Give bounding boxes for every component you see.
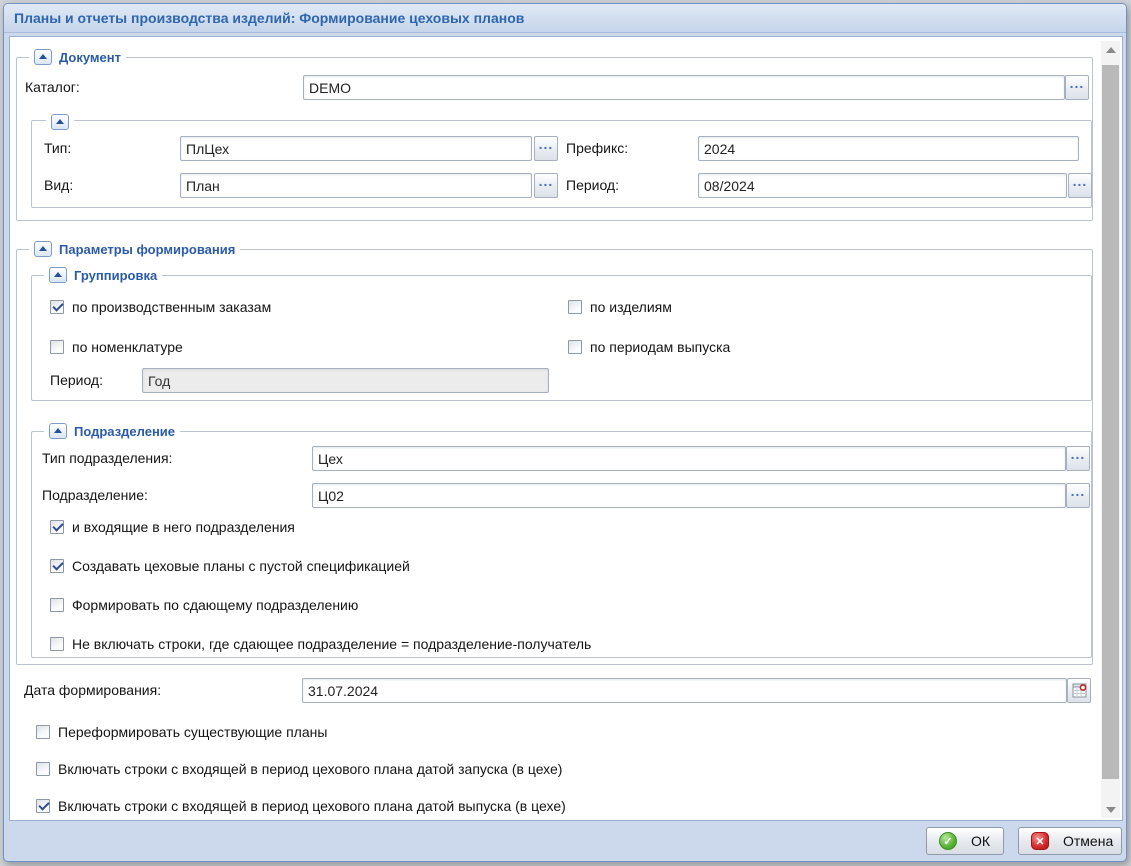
grouping-groupbox: Группировка по производственным заказам … <box>31 275 1092 401</box>
grouping-period-label: Период: <box>50 368 103 393</box>
checkbox-label-reform-existing-plans: Переформировать существующие планы <box>58 722 327 742</box>
checkbox-reform-existing-plans[interactable] <box>36 725 50 739</box>
grouping-legend: Группировка <box>44 265 162 285</box>
document-subgroup-legend <box>46 112 74 132</box>
division-type-browse-button[interactable] <box>1066 446 1090 471</box>
document-subgroupbox: Тип: Префикс: Вид: Период: <box>31 120 1092 208</box>
formation-date-input[interactable] <box>302 678 1067 703</box>
document-legend-label: Документ <box>59 50 121 65</box>
catalog-input[interactable] <box>303 75 1065 100</box>
checkbox-by-nomenclature[interactable] <box>50 340 64 354</box>
kind-input[interactable] <box>180 173 532 198</box>
division-browse-button[interactable] <box>1066 483 1090 508</box>
cancel-button-label: Отмена <box>1063 833 1113 849</box>
type-browse-button[interactable] <box>534 136 558 161</box>
calendar-icon <box>1072 683 1087 698</box>
checkbox-label-include-release-date-rows: Включать строки с входящей в период цехо… <box>58 796 566 816</box>
scrollbar-thumb[interactable] <box>1102 65 1119 779</box>
formation-date-picker-button[interactable] <box>1067 678 1091 703</box>
checkbox-label-by-products: по изделиям <box>590 297 672 317</box>
ok-button-label: ОК <box>971 833 990 849</box>
dialog-title: Планы и отчеты производства изделий: Фор… <box>14 10 524 26</box>
division-input[interactable] <box>312 483 1066 508</box>
ok-button[interactable]: ✓ ОК <box>926 827 1004 855</box>
params-legend: Параметры формирования <box>29 239 240 259</box>
x-square-icon: ✕ <box>1031 832 1049 850</box>
grouping-period-input <box>142 368 549 393</box>
scroll-up-button[interactable] <box>1101 41 1120 58</box>
checkbox-include-release-date-rows[interactable] <box>36 799 50 813</box>
checkbox-label-by-release-periods: по периодам выпуска <box>590 337 730 357</box>
checkbox-exclude-same-division-rows[interactable] <box>50 637 64 651</box>
period-input[interactable] <box>698 173 1067 198</box>
checkbox-create-empty-spec-plans[interactable] <box>50 559 64 573</box>
type-label: Тип: <box>44 136 71 161</box>
kind-label: Вид: <box>44 173 73 198</box>
checkbox-label-include-launch-date-rows: Включать строки с входящей в период цехо… <box>58 759 562 779</box>
collapse-button-division[interactable] <box>49 423 67 439</box>
document-legend: Документ <box>29 47 126 67</box>
division-type-label: Тип подразделения: <box>42 446 172 471</box>
title-bar[interactable]: Планы и отчеты производства изделий: Фор… <box>4 4 1126 33</box>
check-circle-icon: ✓ <box>939 832 957 850</box>
formation-date-label: Дата формирования: <box>24 678 161 703</box>
collapse-button-subgroup[interactable] <box>51 114 69 130</box>
checkbox-label-by-nomenclature: по номенклатуре <box>72 337 183 357</box>
document-groupbox: Документ Каталог: Тип: Префикс: Вид: Пер… <box>16 57 1093 221</box>
checkbox-label-include-subdivisions: и входящие в него подразделения <box>72 517 295 537</box>
checkbox-label-exclude-same-division-rows: Не включать строки, где сдающее подразде… <box>72 634 591 654</box>
division-type-input[interactable] <box>312 446 1066 471</box>
division-legend-label: Подразделение <box>74 424 175 439</box>
checkbox-label-create-empty-spec-plans: Создавать цеховые планы с пустой специфи… <box>72 556 410 576</box>
cancel-button[interactable]: ✕ Отмена <box>1018 827 1122 855</box>
type-input[interactable] <box>180 136 532 161</box>
division-groupbox: Подразделение Тип подразделения: Подразд… <box>31 431 1092 658</box>
period-browse-button[interactable] <box>1068 173 1092 198</box>
catalog-browse-button[interactable] <box>1065 75 1089 100</box>
checkbox-include-launch-date-rows[interactable] <box>36 762 50 776</box>
scroll-down-button[interactable] <box>1101 801 1120 818</box>
checkbox-label-by-production-orders: по производственным заказам <box>72 297 271 317</box>
checkbox-label-form-by-delivering-division: Формировать по сдающему подразделению <box>72 595 358 615</box>
collapse-button-params[interactable] <box>34 241 52 257</box>
dialog-content: Документ Каталог: Тип: Префикс: Вид: Пер… <box>9 36 1123 821</box>
grouping-legend-label: Группировка <box>74 268 157 283</box>
kind-browse-button[interactable] <box>534 173 558 198</box>
dialog-window: Планы и отчеты производства изделий: Фор… <box>3 3 1127 862</box>
checkbox-include-subdivisions[interactable] <box>50 520 64 534</box>
checkbox-by-release-periods[interactable] <box>568 340 582 354</box>
checkbox-form-by-delivering-division[interactable] <box>50 598 64 612</box>
division-legend: Подразделение <box>44 421 180 441</box>
collapse-button-document[interactable] <box>34 49 52 65</box>
prefix-input[interactable] <box>698 136 1079 161</box>
catalog-label: Каталог: <box>25 75 80 100</box>
checkbox-by-production-orders[interactable] <box>50 300 64 314</box>
params-legend-label: Параметры формирования <box>59 242 235 257</box>
division-label: Подразделение: <box>42 483 148 508</box>
vertical-scrollbar[interactable] <box>1101 41 1120 818</box>
collapse-button-grouping[interactable] <box>49 267 67 283</box>
checkbox-by-products[interactable] <box>568 300 582 314</box>
prefix-label: Префикс: <box>566 136 628 161</box>
period-label: Период: <box>566 173 619 198</box>
footer-bar: ✓ ОК ✕ Отмена <box>4 821 1126 861</box>
params-groupbox: Параметры формирования Группировка по пр… <box>16 249 1093 665</box>
